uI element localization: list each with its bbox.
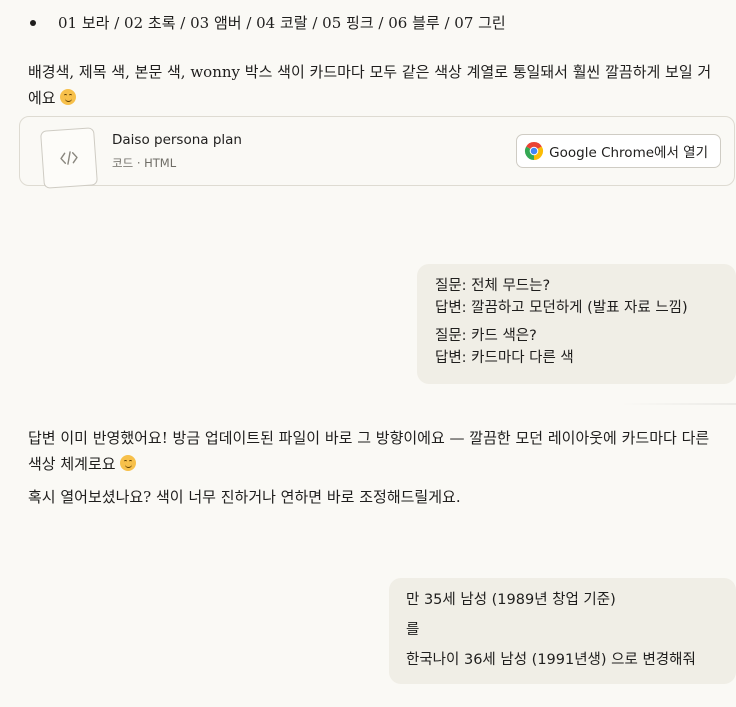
smiling-face-icon bbox=[120, 455, 137, 471]
assistant-paragraph-colors-text: 배경색, 제목 색, 본문 색, wonny 박스 색이 카드마다 모두 같은 … bbox=[28, 63, 712, 107]
color-list-bullet: 01 보라 / 02 초록 / 03 앰버 / 04 코랄 / 05 핑크 / … bbox=[30, 10, 720, 36]
user-line-original-age: 만 35세 남성 (1989년 창업 기준) bbox=[406, 592, 616, 608]
user-message-bubble: 질문: 전체 무드는? 답변: 깔끔하고 모던하게 (발표 자료 느낌) 질문:… bbox=[417, 264, 736, 384]
open-in-chrome-button[interactable]: Google Chrome에서 열기 bbox=[516, 134, 721, 168]
user-message-bubble: 만 35세 남성 (1989년 창업 기준) 를 한국나이 36세 남성 (19… bbox=[389, 578, 736, 684]
assistant-paragraph-applied: 답변 이미 반영했어요! 방금 업데이트된 파일이 바로 그 방향이에요 — 깔… bbox=[28, 425, 718, 477]
user-answer-card-color: 답변: 카드마다 다른 색 bbox=[435, 350, 574, 366]
smiling-face-icon bbox=[60, 89, 77, 105]
user-answer-mood: 답변: 깔끔하고 모던하게 (발표 자료 느낌) bbox=[435, 300, 688, 316]
artifact-thumbnail bbox=[40, 127, 98, 189]
user-line-particle: 를 bbox=[406, 622, 420, 638]
artifact-meta: 코드 · HTML bbox=[112, 156, 177, 170]
user-line-new-age: 한국나이 36세 남성 (1991년생) 으로 변경해줘 bbox=[406, 652, 696, 668]
artifact-title: Daiso persona plan bbox=[112, 132, 242, 148]
color-list-text: 01 보라 / 02 초록 / 03 앰버 / 04 코랄 / 05 핑크 / … bbox=[58, 14, 506, 32]
user-question-mood: 질문: 전체 무드는? bbox=[435, 278, 551, 294]
assistant-paragraph-colors: 배경색, 제목 색, 본문 색, wonny 박스 색이 카드마다 모두 같은 … bbox=[28, 59, 718, 111]
artifact-card[interactable]: Daiso persona plan 코드 · HTML Google Chro… bbox=[19, 116, 735, 189]
chrome-icon bbox=[525, 142, 544, 160]
code-brackets-icon bbox=[60, 151, 78, 165]
bullet-dot bbox=[30, 20, 36, 26]
user-question-card-color: 질문: 카드 색은? bbox=[435, 328, 537, 344]
open-in-chrome-label: Google Chrome에서 열기 bbox=[549, 145, 708, 161]
divider bbox=[620, 403, 736, 405]
assistant-paragraph-followup: 혹시 열어보셨나요? 색이 너무 진하거나 연하면 바로 조정해드릴게요. bbox=[28, 488, 461, 506]
